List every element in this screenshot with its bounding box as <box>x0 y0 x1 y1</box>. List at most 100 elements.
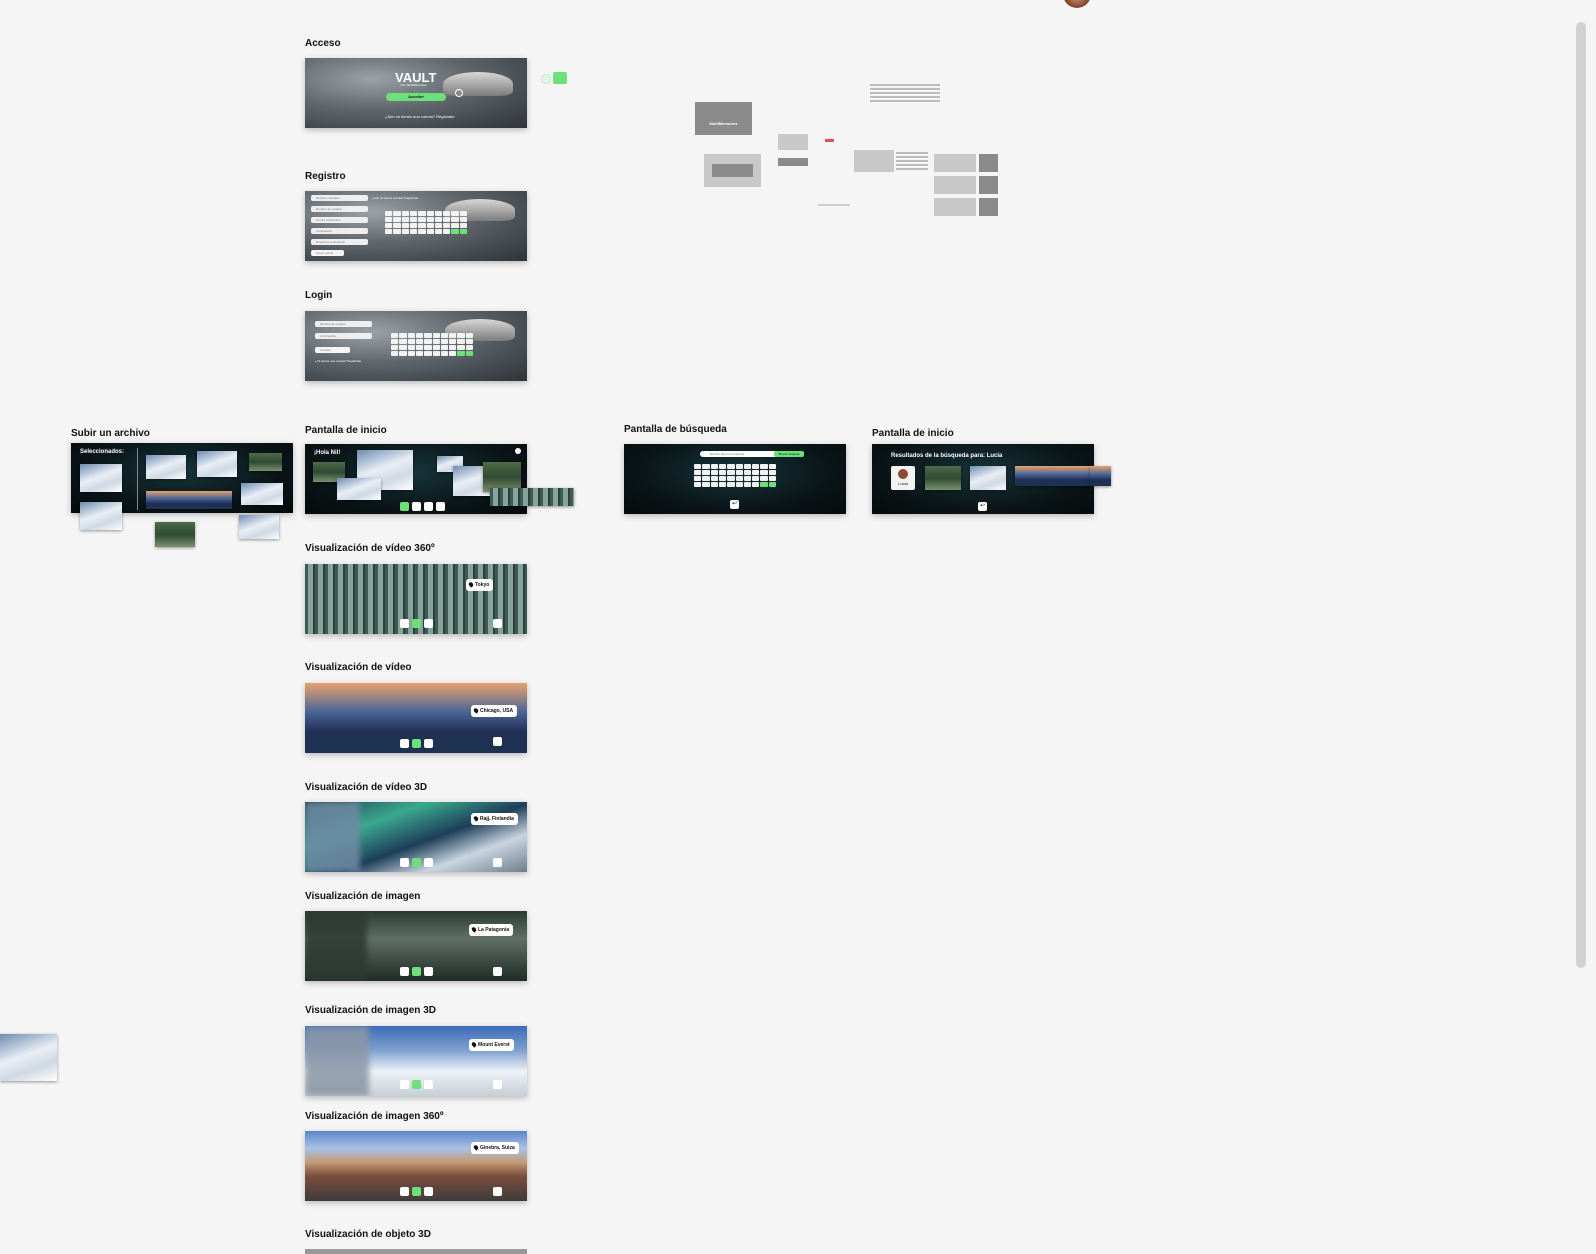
search-button[interactable]: Buscar etiqueta <box>774 451 804 457</box>
person-card[interactable]: Lucia <box>891 466 915 490</box>
rotate-icon[interactable] <box>412 967 421 976</box>
location-badge: Chicago, USA <box>471 705 518 717</box>
divider <box>137 448 138 510</box>
wireframe-thumb-3 <box>934 198 976 216</box>
screen-registro[interactable]: Nombre completo Nombre de usuario Correo… <box>305 191 527 261</box>
screen-objeto-3d[interactable] <box>305 1249 527 1254</box>
screen-busqueda[interactable]: Escribe aquí una etiqueta Buscar etiquet… <box>624 444 846 514</box>
virtual-keyboard[interactable] <box>694 464 776 487</box>
screen-video[interactable]: Chicago, USA <box>305 683 527 753</box>
rotate-icon[interactable] <box>412 1080 421 1089</box>
location-badge: Tokyo <box>466 579 494 591</box>
share-icon[interactable] <box>424 967 433 976</box>
camera-icon[interactable] <box>400 739 409 748</box>
gallery-thumb[interactable] <box>241 483 283 505</box>
login-button[interactable]: Acceder <box>315 347 350 353</box>
user-icon[interactable] <box>424 502 433 511</box>
screen-acceso[interactable]: VAULT Your MultiMemories Acceder ¿Aún no… <box>305 58 527 128</box>
location-pin-icon <box>472 815 480 822</box>
section-title-acceso: Acceso <box>305 38 341 49</box>
screen-video-360[interactable]: Tokyo <box>305 564 527 634</box>
back-icon[interactable]: ↩ <box>978 502 987 511</box>
login-username-field[interactable]: Nombre de usuario <box>315 321 372 327</box>
screen-login[interactable]: Nombre de usuario Contraseña Acceder ¿Ya… <box>305 311 527 381</box>
screen-video-3d[interactable]: Rajj, Finlandia <box>305 802 527 872</box>
login-password-field[interactable]: Contraseña <box>315 333 372 339</box>
trash-icon[interactable] <box>493 858 502 867</box>
section-title-registro: Registro <box>305 171 346 182</box>
create-account-button[interactable]: Crear cuenta <box>311 250 344 256</box>
floating-thumb <box>239 515 279 539</box>
section-title-subir: Subir un archivo <box>71 428 150 439</box>
blur-side <box>305 802 360 872</box>
upload-icon[interactable] <box>436 502 445 511</box>
avatar[interactable] <box>1063 0 1091 8</box>
result-thumb[interactable] <box>1015 466 1094 486</box>
repeat-password-field[interactable]: Repetir la contraseña <box>311 239 368 245</box>
fullname-field[interactable]: Nombre completo <box>311 195 368 201</box>
rotate-icon[interactable] <box>412 619 421 628</box>
share-icon[interactable] <box>424 739 433 748</box>
selected-thumb[interactable] <box>80 464 122 492</box>
wireframe-title: MultiMemories <box>709 121 738 126</box>
location-pin-icon <box>470 1041 478 1048</box>
gallery-thumb[interactable] <box>146 491 232 509</box>
gear-icon[interactable] <box>515 448 521 454</box>
access-button[interactable]: Acceder <box>386 93 446 101</box>
trash-icon[interactable] <box>493 1080 502 1089</box>
register-hint: ¿Aún no tienes cuenta? Regístrate <box>372 196 419 200</box>
gallery-thumb[interactable] <box>249 453 282 471</box>
gallery-thumb[interactable] <box>146 455 186 479</box>
back-icon[interactable]: ↩ <box>730 500 739 509</box>
fingerprint-icon[interactable] <box>455 89 463 97</box>
virtual-keyboard[interactable] <box>391 333 473 356</box>
result-thumb[interactable] <box>970 466 1006 490</box>
home-thumb[interactable] <box>337 478 381 500</box>
screen-resultados[interactable]: Resultados de la búsqueda para: Lucia Lu… <box>872 444 1094 514</box>
share-icon[interactable] <box>424 619 433 628</box>
screen-imagen-3d[interactable]: Mount Everst <box>305 1026 527 1096</box>
virtual-keyboard[interactable] <box>385 211 467 234</box>
login-register-link[interactable]: ¿Ya tienes una cuenta? Regístrate <box>315 359 361 363</box>
section-title-inicio-resultados: Pantalla de inicio <box>872 428 954 439</box>
rotate-icon[interactable] <box>412 1187 421 1196</box>
section-title-imagen-360: Visualización de imagen 360º <box>305 1111 444 1122</box>
camera-icon[interactable] <box>400 1187 409 1196</box>
trash-icon[interactable] <box>493 1187 502 1196</box>
wireframe-grid-mid <box>896 152 928 172</box>
vertical-scrollbar[interactable] <box>1576 22 1586 968</box>
rotate-icon[interactable] <box>412 739 421 748</box>
toggle-icon-active[interactable] <box>553 72 567 84</box>
wireframe-caption <box>818 204 850 206</box>
floating-thumb <box>0 1034 57 1081</box>
search-icon[interactable] <box>412 502 421 511</box>
username-field[interactable]: Nombre de usuario <box>311 206 368 212</box>
toggle-icon-small[interactable] <box>541 74 551 84</box>
person-name: Lucia <box>898 481 908 486</box>
email-field[interactable]: Correo electrónico <box>311 217 368 223</box>
camera-icon[interactable] <box>400 1080 409 1089</box>
camera-icon[interactable] <box>400 967 409 976</box>
camera-icon[interactable] <box>400 619 409 628</box>
section-title-busqueda: Pantalla de búsqueda <box>624 424 727 435</box>
trash-icon[interactable] <box>493 737 502 746</box>
result-thumb[interactable] <box>925 466 961 490</box>
share-icon[interactable] <box>424 858 433 867</box>
gallery-thumb[interactable] <box>197 451 237 477</box>
floating-pano <box>1090 466 1111 486</box>
floating-thumb <box>80 502 122 530</box>
location-pin-icon <box>472 1144 480 1151</box>
screen-imagen-360[interactable]: Ginebra, Suiza <box>305 1131 527 1201</box>
password-field[interactable]: Contraseña <box>311 228 368 234</box>
trash-icon[interactable] <box>493 967 502 976</box>
screen-imagen[interactable]: La Patagonia <box>305 911 527 981</box>
share-icon[interactable] <box>424 1187 433 1196</box>
search-input[interactable]: Escribe aquí una etiqueta <box>700 451 780 457</box>
section-title-video-360: Visualización de vídeo 360º <box>305 543 435 554</box>
share-icon[interactable] <box>424 1080 433 1089</box>
trash-icon[interactable] <box>493 619 502 628</box>
register-link[interactable]: ¿Aún no tienes una cuenta? Regístrate <box>385 114 455 119</box>
camera-icon[interactable] <box>400 858 409 867</box>
home-icon[interactable] <box>400 502 409 511</box>
rotate-icon[interactable] <box>412 858 421 867</box>
